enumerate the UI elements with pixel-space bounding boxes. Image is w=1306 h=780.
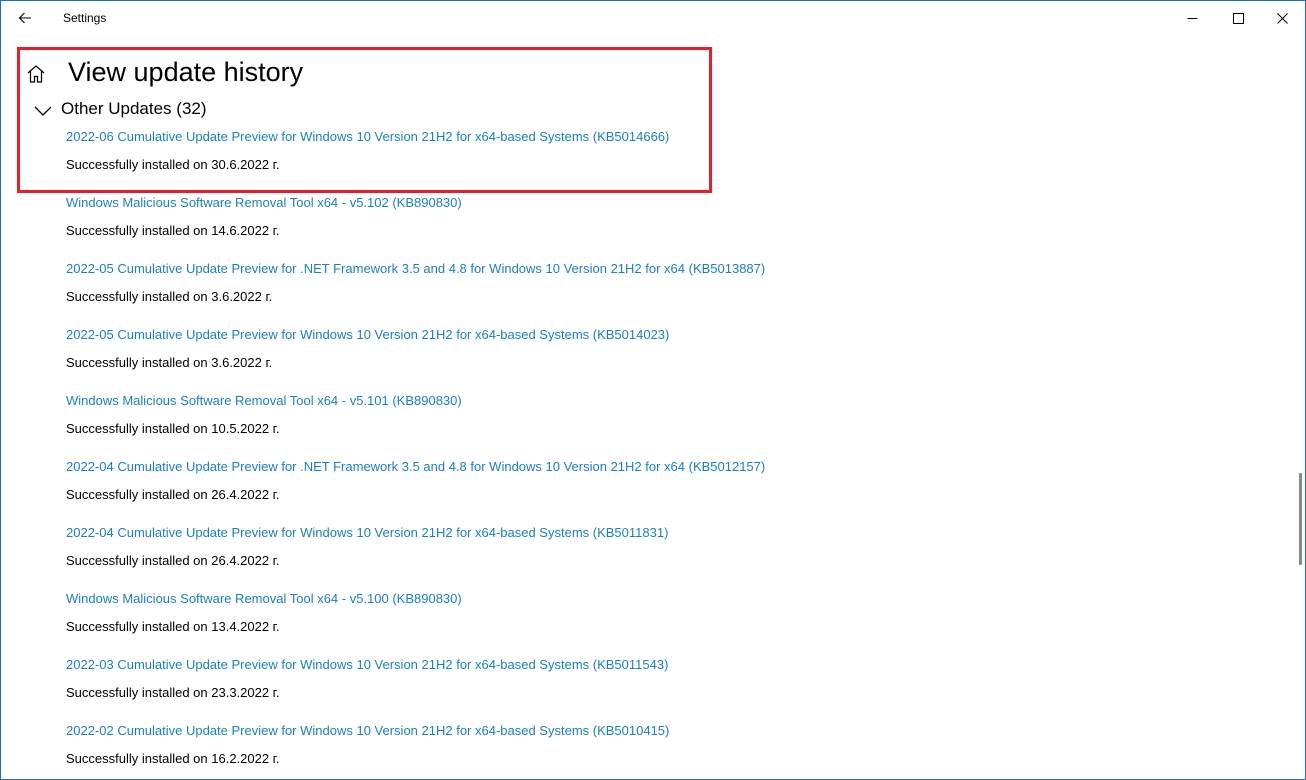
- update-link[interactable]: Windows Malicious Software Removal Tool …: [66, 591, 462, 606]
- home-icon: [27, 65, 45, 83]
- update-list: 2022-06 Cumulative Update Preview for Wi…: [66, 125, 1266, 779]
- update-link[interactable]: 2022-05 Cumulative Update Preview for .N…: [66, 261, 765, 276]
- update-status: Successfully installed on 14.6.2022 г.: [66, 223, 280, 238]
- maximize-button[interactable]: [1215, 1, 1261, 35]
- section-label: Other Updates (32): [61, 99, 207, 118]
- update-status: Successfully installed on 10.5.2022 г.: [66, 421, 280, 436]
- update-item: Windows Malicious Software Removal Tool …: [66, 191, 1266, 257]
- update-item: 2022-04 Cumulative Update Preview for .N…: [66, 455, 1266, 521]
- back-arrow-icon: [18, 12, 31, 24]
- maximize-icon: [1232, 12, 1244, 24]
- update-item: 2022-06 Cumulative Update Preview for Wi…: [66, 125, 1266, 191]
- minimize-button[interactable]: [1169, 1, 1215, 35]
- update-link[interactable]: 2022-02 Cumulative Update Preview for Wi…: [66, 723, 669, 738]
- app-title: Settings: [63, 11, 107, 25]
- update-item: 2022-05 Cumulative Update Preview for .N…: [66, 257, 1266, 323]
- update-status: Successfully installed on 13.4.2022 г.: [66, 619, 280, 634]
- update-item: 2022-03 Cumulative Update Preview for Wi…: [66, 653, 1266, 719]
- update-link[interactable]: 2022-05 Cumulative Update Preview for Wi…: [66, 327, 669, 342]
- update-item: 2022-02 Cumulative Update Preview for Wi…: [66, 719, 1266, 779]
- update-link[interactable]: Windows Malicious Software Removal Tool …: [66, 393, 462, 408]
- update-item: Windows Malicious Software Removal Tool …: [66, 389, 1266, 455]
- back-button[interactable]: [11, 5, 39, 31]
- chevron-down-icon: [34, 106, 52, 116]
- title-bar: Settings: [1, 1, 1305, 35]
- update-link[interactable]: 2022-06 Cumulative Update Preview for Wi…: [66, 129, 669, 144]
- update-status: Successfully installed on 30.6.2022 г.: [66, 157, 280, 172]
- update-status: Successfully installed on 26.4.2022 г.: [66, 553, 280, 568]
- update-item: 2022-05 Cumulative Update Preview for Wi…: [66, 323, 1266, 389]
- settings-window: Settings View update history Other Updat…: [0, 0, 1306, 780]
- update-link[interactable]: 2022-03 Cumulative Update Preview for Wi…: [66, 657, 668, 672]
- update-status: Successfully installed on 3.6.2022 г.: [66, 355, 273, 370]
- update-status: Successfully installed on 16.2.2022 г.: [66, 751, 280, 766]
- scrollbar-thumb[interactable]: [1299, 473, 1302, 565]
- home-button[interactable]: [25, 63, 47, 85]
- close-button[interactable]: [1259, 1, 1305, 35]
- page-title: View update history: [68, 57, 304, 87]
- update-status: Successfully installed on 23.3.2022 г.: [66, 685, 280, 700]
- update-item: Windows Malicious Software Removal Tool …: [66, 587, 1266, 653]
- other-updates-section-toggle[interactable]: Other Updates (32): [33, 98, 207, 120]
- minimize-icon: [1187, 17, 1197, 19]
- update-status: Successfully installed on 26.4.2022 г.: [66, 487, 280, 502]
- close-icon: [1276, 12, 1288, 24]
- update-link[interactable]: 2022-04 Cumulative Update Preview for Wi…: [66, 525, 668, 540]
- update-status: Successfully installed on 3.6.2022 г.: [66, 289, 273, 304]
- update-link[interactable]: Windows Malicious Software Removal Tool …: [66, 195, 462, 210]
- update-item: 2022-04 Cumulative Update Preview for Wi…: [66, 521, 1266, 587]
- update-link[interactable]: 2022-04 Cumulative Update Preview for .N…: [66, 459, 765, 474]
